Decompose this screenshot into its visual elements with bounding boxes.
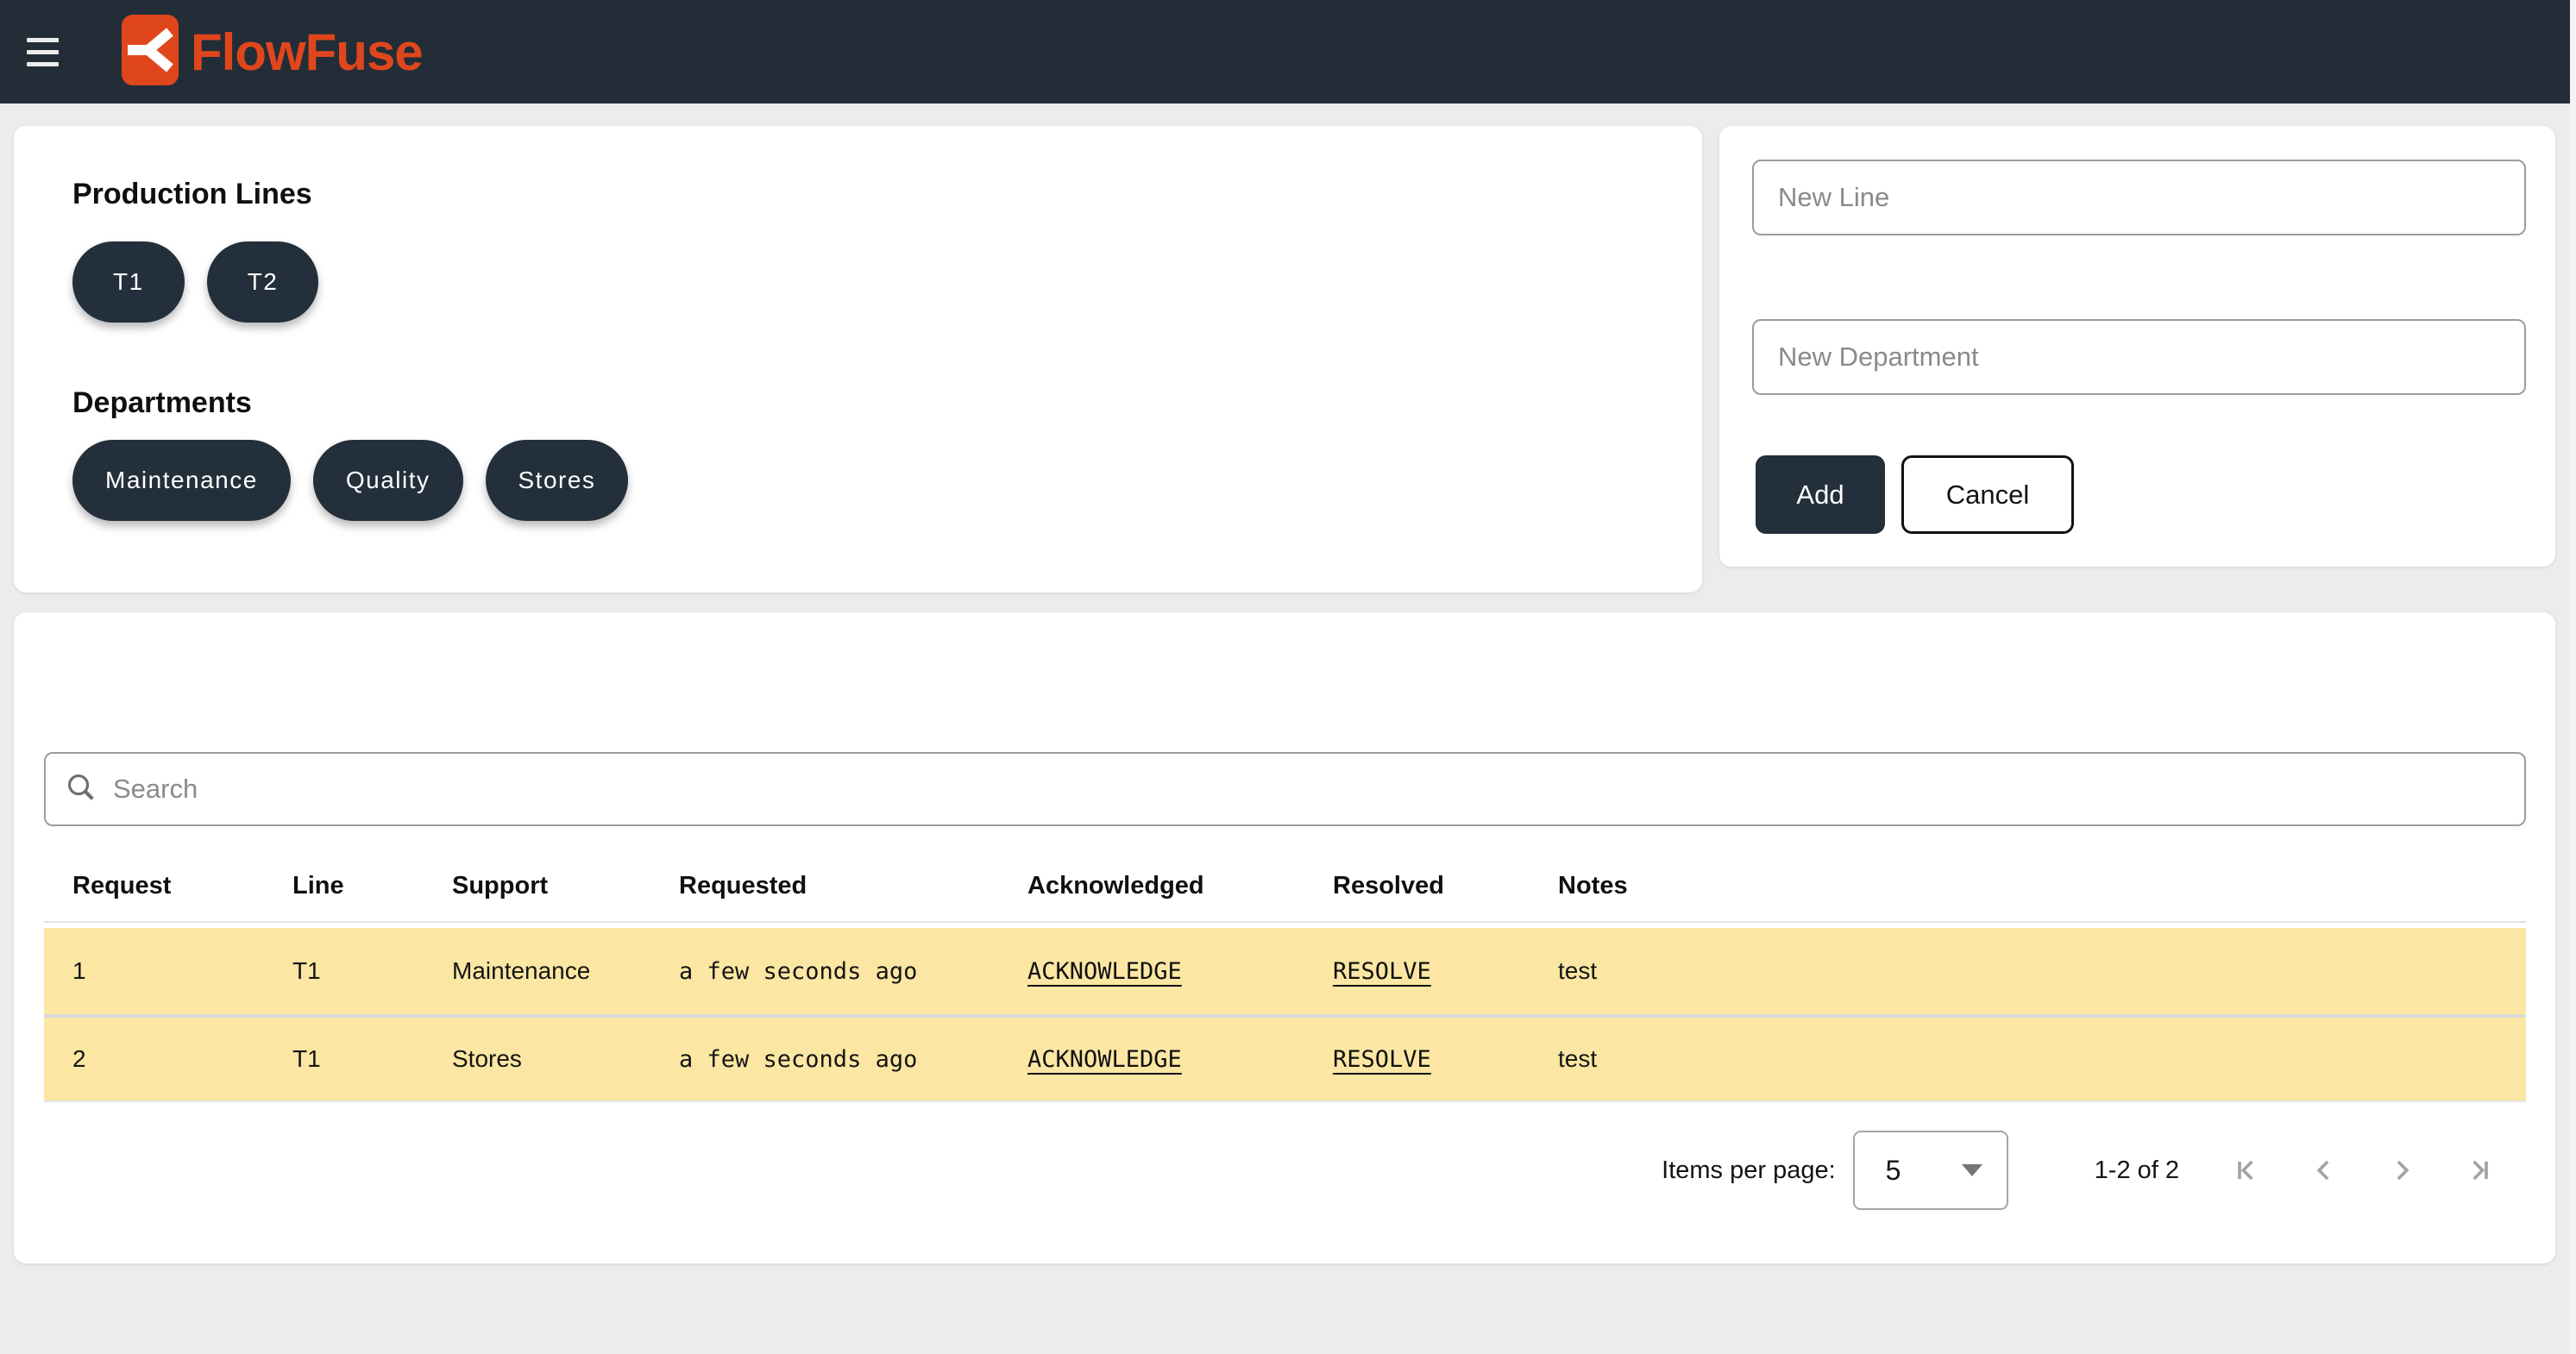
acknowledge-link[interactable]: ACKNOWLEDGE	[1027, 1046, 1182, 1073]
search-icon	[63, 769, 99, 810]
column-header-resolved: Resolved	[1304, 872, 1530, 900]
table-row: 2 T1 Stores a few seconds ago ACKNOWLEDG…	[44, 1014, 2526, 1100]
departments-chip-row: Maintenance Quality Stores	[72, 440, 628, 521]
hamburger-menu-icon[interactable]	[27, 38, 60, 66]
table-header-row: Request Line Support Requested Acknowled…	[44, 850, 2526, 923]
cell-requested: a few seconds ago	[650, 958, 999, 985]
chip-line-t2[interactable]: T2	[207, 241, 319, 323]
cancel-button[interactable]: Cancel	[1901, 455, 2074, 534]
cell-line: T1	[264, 957, 424, 985]
column-header-request: Request	[44, 872, 264, 900]
new-department-input[interactable]	[1752, 319, 2526, 395]
resolve-link[interactable]: RESOLVE	[1333, 1046, 1431, 1073]
column-header-acknowledged: Acknowledged	[999, 872, 1304, 900]
cell-requested: a few seconds ago	[650, 1046, 999, 1073]
pagination-bar: Items per page: 5 1-2 of 2	[1662, 1130, 2497, 1211]
cell-notes: test	[1530, 1045, 2526, 1073]
page-scrollbar[interactable]	[2570, 0, 2576, 1354]
brand-logo: FlowFuse	[122, 15, 423, 90]
table-body: 1 T1 Maintenance a few seconds ago ACKNO…	[44, 928, 2526, 1102]
cell-notes: test	[1530, 957, 2526, 985]
first-page-button[interactable]	[2229, 1153, 2264, 1188]
chevron-left-icon	[2307, 1177, 2341, 1190]
cell-request: 2	[44, 1045, 264, 1073]
chevron-right-icon	[2384, 1177, 2419, 1190]
add-button[interactable]: Add	[1756, 455, 1885, 534]
column-header-line: Line	[264, 872, 424, 900]
search-input[interactable]	[113, 774, 2507, 805]
chip-dept-stores[interactable]: Stores	[486, 440, 629, 521]
search-box	[44, 752, 2526, 826]
departments-title: Departments	[72, 386, 252, 420]
add-panel: Add Cancel	[1719, 126, 2555, 567]
filters-panel: Production Lines T1 T2 Departments Maint…	[14, 126, 1702, 592]
cell-support: Stores	[424, 1045, 650, 1073]
hamburger-bar	[27, 38, 59, 42]
chip-line-t1[interactable]: T1	[72, 241, 185, 323]
production-lines-title: Production Lines	[72, 178, 312, 211]
cell-line: T1	[264, 1045, 424, 1073]
pagination-range-label: 1-2 of 2	[2095, 1157, 2179, 1185]
production-lines-chip-row: T1 T2	[72, 241, 318, 323]
items-per-page-label: Items per page:	[1662, 1157, 1836, 1185]
items-per-page-select[interactable]: 5	[1853, 1131, 2008, 1210]
last-page-icon	[2462, 1177, 2497, 1190]
resolve-link[interactable]: RESOLVE	[1333, 958, 1431, 985]
previous-page-button[interactable]	[2307, 1153, 2341, 1188]
flowfuse-merge-icon	[122, 15, 179, 90]
cell-support: Maintenance	[424, 957, 650, 985]
hamburger-bar	[27, 50, 59, 54]
column-header-notes: Notes	[1530, 872, 2526, 900]
last-page-button[interactable]	[2462, 1153, 2497, 1188]
hamburger-bar	[27, 62, 59, 66]
pagination-nav	[2229, 1153, 2497, 1188]
new-line-input[interactable]	[1752, 160, 2526, 235]
acknowledge-link[interactable]: ACKNOWLEDGE	[1027, 958, 1182, 985]
next-page-button[interactable]	[2384, 1153, 2419, 1188]
chip-dept-maintenance[interactable]: Maintenance	[72, 440, 291, 521]
requests-table-panel: Request Line Support Requested Acknowled…	[14, 612, 2555, 1263]
first-page-icon	[2229, 1177, 2264, 1190]
table-row: 1 T1 Maintenance a few seconds ago ACKNO…	[44, 928, 2526, 1014]
items-per-page-value: 5	[1886, 1155, 1901, 1187]
chip-dept-quality[interactable]: Quality	[313, 440, 463, 521]
column-header-requested: Requested	[650, 872, 999, 900]
cell-request: 1	[44, 957, 264, 985]
column-header-support: Support	[424, 872, 650, 900]
brand-name: FlowFuse	[191, 22, 423, 82]
caret-down-icon	[1962, 1164, 1982, 1176]
top-navbar: FlowFuse	[0, 0, 2576, 103]
